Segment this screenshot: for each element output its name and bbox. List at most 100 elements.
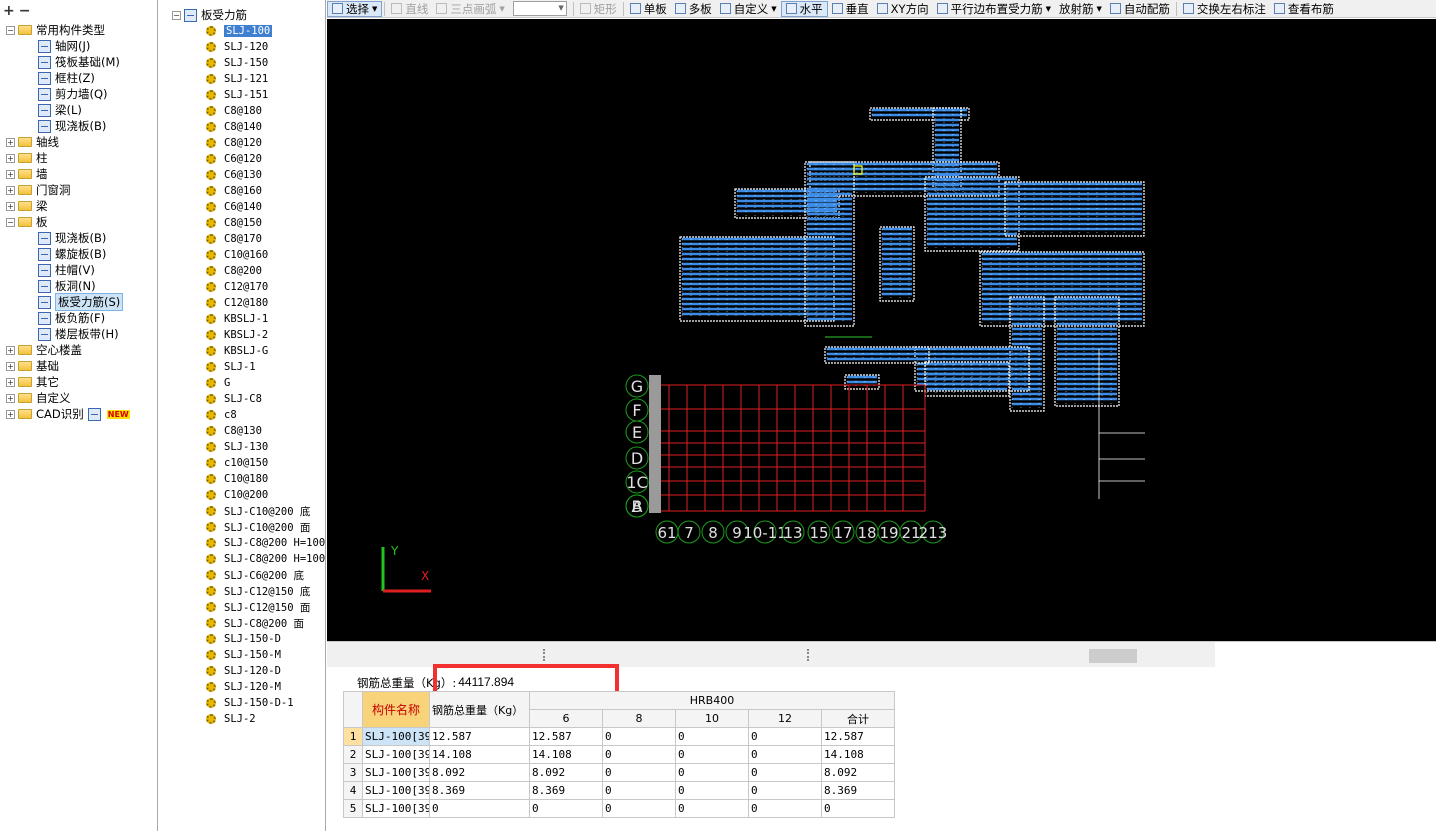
- expand-toggle-icon[interactable]: +: [6, 361, 15, 371]
- component-list-item[interactable]: C8@200: [160, 263, 325, 279]
- weight-cell[interactable]: 0: [748, 745, 822, 764]
- tree-node[interactable]: + 墙: [0, 166, 157, 182]
- component-list-item[interactable]: SLJ-120-D: [160, 663, 325, 679]
- header-diameter[interactable]: 6: [529, 709, 603, 728]
- header-sum[interactable]: 合计: [821, 709, 895, 728]
- arc-option-select[interactable]: ▼: [512, 1, 567, 16]
- component-list-item[interactable]: SLJ-120-M: [160, 679, 325, 695]
- expand-toggle-icon[interactable]: +: [6, 153, 15, 163]
- component-list-item[interactable]: C10@200: [160, 487, 325, 503]
- weight-cell[interactable]: 0: [821, 799, 895, 818]
- table-row[interactable]: 5 SLJ-100[39 0 0 0 0 0 0: [343, 799, 895, 818]
- weight-cell[interactable]: 14.108: [529, 745, 603, 764]
- header-total[interactable]: 钢筋总重量（Kg）: [429, 691, 530, 728]
- component-name-cell[interactable]: SLJ-100[39: [362, 799, 430, 818]
- weight-cell[interactable]: 0: [602, 763, 676, 782]
- component-list-item[interactable]: SLJ-1: [160, 359, 325, 375]
- expand-toggle-icon[interactable]: +: [6, 169, 15, 179]
- radial-button[interactable]: 放射筋 ▼: [1055, 0, 1106, 17]
- component-list-item[interactable]: SLJ-C12@150 面: [160, 599, 325, 615]
- expand-all-button[interactable]: +: [3, 4, 15, 18]
- weight-cell[interactable]: 8.092: [821, 763, 895, 782]
- row-number[interactable]: 2: [343, 745, 363, 764]
- component-list-item[interactable]: SLJ-C8: [160, 391, 325, 407]
- component-list-item[interactable]: SLJ-C12@150 底: [160, 583, 325, 599]
- weight-cell[interactable]: 0: [602, 799, 676, 818]
- tree-node[interactable]: 梁(L): [0, 102, 157, 118]
- horizontal-button[interactable]: 水平: [780, 0, 828, 17]
- weight-cell[interactable]: 12.587: [821, 727, 895, 746]
- component-list-item[interactable]: G: [160, 375, 325, 391]
- weight-cell[interactable]: 0: [675, 745, 749, 764]
- vertical-button[interactable]: 垂直: [828, 0, 873, 17]
- component-list-item[interactable]: SLJ-150-D-1: [160, 695, 325, 711]
- expand-toggle-icon[interactable]: +: [6, 345, 15, 355]
- component-list-item[interactable]: SLJ-151: [160, 87, 325, 103]
- component-list-item[interactable]: C8@150: [160, 215, 325, 231]
- row-number[interactable]: 3: [343, 763, 363, 782]
- header-name[interactable]: 构件名称: [362, 691, 430, 728]
- component-list-item[interactable]: C8@140: [160, 119, 325, 135]
- component-list-item[interactable]: C6@120: [160, 151, 325, 167]
- splitter-grip[interactable]: [807, 649, 809, 661]
- weight-cell[interactable]: 0: [675, 799, 749, 818]
- component-list-item[interactable]: c8: [160, 407, 325, 423]
- component-list-item[interactable]: KBSLJ-2: [160, 327, 325, 343]
- component-list-item[interactable]: C10@180: [160, 471, 325, 487]
- component-list-item[interactable]: KBSLJ-1: [160, 311, 325, 327]
- custom-button[interactable]: 自定义 ▼: [716, 0, 781, 17]
- weight-cell[interactable]: 0: [748, 781, 822, 800]
- expand-toggle-icon[interactable]: +: [6, 185, 15, 195]
- tree-node[interactable]: + 梁: [0, 198, 157, 214]
- dropdown-arrow-icon[interactable]: ▼: [1096, 5, 1101, 13]
- weight-cell[interactable]: 8.092: [529, 763, 603, 782]
- expand-toggle-icon[interactable]: +: [6, 409, 15, 419]
- tree-node[interactable]: + 自定义: [0, 390, 157, 406]
- table-row[interactable]: 1 SLJ-100[39 12.587 12.587 0 0 0 12.587: [343, 727, 895, 746]
- tree-node[interactable]: 轴网(J): [0, 38, 157, 54]
- tree-node[interactable]: + 基础: [0, 358, 157, 374]
- component-list-item[interactable]: SLJ-C6@200 底: [160, 567, 325, 583]
- weight-cell[interactable]: 0: [602, 727, 676, 746]
- component-list-item[interactable]: C6@130: [160, 167, 325, 183]
- weight-cell[interactable]: 0: [602, 781, 676, 800]
- weight-cell[interactable]: 0: [602, 745, 676, 764]
- tree-node[interactable]: 框柱(Z): [0, 70, 157, 86]
- select-button[interactable]: 选择 ▼: [327, 0, 383, 17]
- component-list-item[interactable]: SLJ-C10@200 面: [160, 519, 325, 535]
- component-list-item[interactable]: SLJ-C8@200 H=100]: [160, 551, 325, 567]
- component-list-item[interactable]: C8@170: [160, 231, 325, 247]
- header-diameter[interactable]: 12: [748, 709, 822, 728]
- row-number[interactable]: 1: [343, 727, 363, 746]
- component-list-item[interactable]: C8@130: [160, 423, 325, 439]
- component-list-item[interactable]: SLJ-C10@200 底: [160, 503, 325, 519]
- component-list-item[interactable]: C8@160: [160, 183, 325, 199]
- tree-node[interactable]: + CAD识别 NEW: [0, 406, 157, 422]
- header-diameter[interactable]: 8: [602, 709, 676, 728]
- weight-cell[interactable]: 0: [529, 799, 603, 818]
- tree-node[interactable]: − 板: [0, 214, 157, 230]
- dropdown-arrow-icon[interactable]: ▼: [372, 5, 377, 13]
- splitter-grip[interactable]: [543, 649, 545, 661]
- weight-cell[interactable]: 8.369: [821, 781, 895, 800]
- expand-toggle-icon[interactable]: +: [6, 393, 15, 403]
- expand-toggle-icon[interactable]: +: [6, 137, 15, 147]
- component-list-item[interactable]: C6@140: [160, 199, 325, 215]
- component-list-item[interactable]: SLJ-C8@200 面: [160, 615, 325, 631]
- collapse-toggle-icon[interactable]: −: [172, 10, 181, 20]
- collapse-toggle-icon[interactable]: −: [6, 217, 15, 227]
- tree-node[interactable]: + 空心楼盖: [0, 342, 157, 358]
- component-list-item[interactable]: c10@150: [160, 455, 325, 471]
- component-list-item[interactable]: C12@180: [160, 295, 325, 311]
- weight-cell[interactable]: 12.587: [529, 727, 603, 746]
- tree-node[interactable]: 剪力墙(Q): [0, 86, 157, 102]
- tree-node[interactable]: 板受力筋(S): [0, 293, 157, 311]
- tree-node[interactable]: 板负筋(F): [0, 310, 157, 326]
- tree-node[interactable]: 现浇板(B): [0, 230, 157, 246]
- single-board-button[interactable]: 单板: [626, 0, 671, 17]
- multi-board-button[interactable]: 多板: [671, 0, 716, 17]
- tree-node[interactable]: − 常用构件类型: [0, 22, 157, 38]
- parallel-edge-button[interactable]: 平行边布置受力筋 ▼: [933, 0, 1055, 17]
- list-root-node[interactable]: − 板受力筋: [160, 7, 325, 23]
- swap-labels-button[interactable]: 交换左右标注: [1179, 0, 1270, 17]
